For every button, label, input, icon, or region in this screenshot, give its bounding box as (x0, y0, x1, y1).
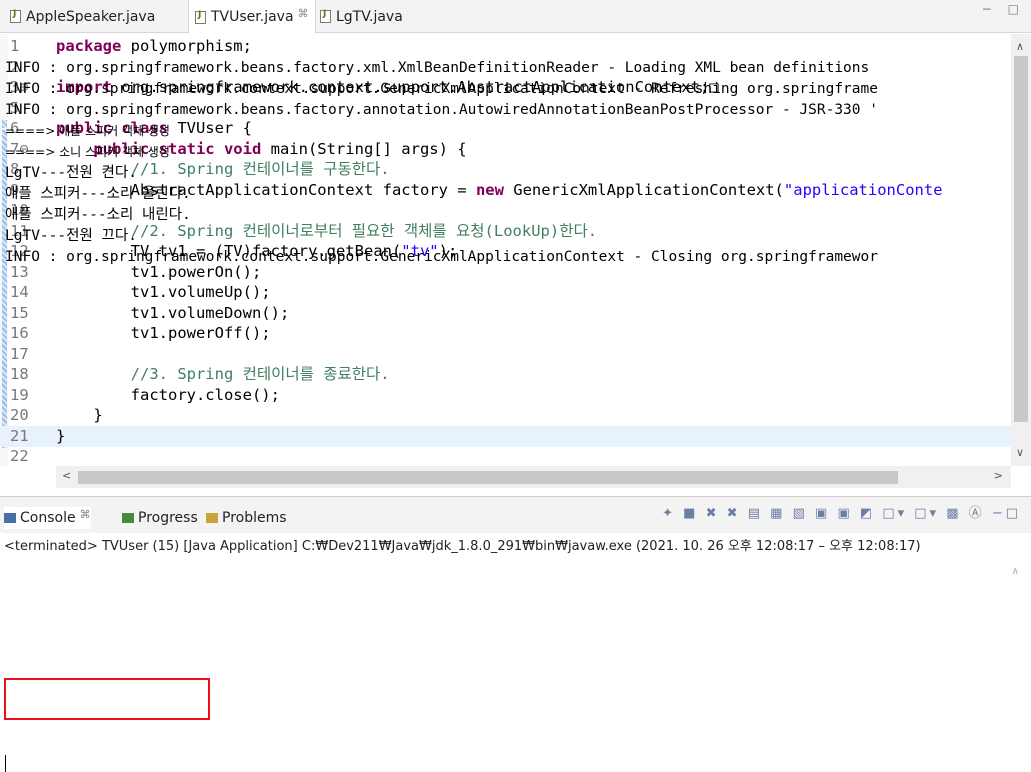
code-text: //3. Spring 컨테이너를 종료한다. (130, 365, 390, 383)
tab-console[interactable]: Console ⌘ (4, 507, 91, 529)
line-number: 21 (10, 426, 29, 445)
console-tabbar: Console ⌘ Progress Problems ✦ ■ ✖ ✖ ▤ ▦ … (0, 497, 1031, 533)
open-console-icon[interactable]: □▾ (914, 506, 939, 521)
console-panel: Console ⌘ Progress Problems ✦ ■ ✖ ✖ ▤ ▦ … (0, 496, 1031, 772)
tab-label: Progress (138, 510, 198, 526)
code-text: tv1.powerOff(); (56, 324, 271, 342)
line-number: 15 (10, 303, 29, 322)
line-number: 1 (10, 37, 20, 55)
tab-progress[interactable]: Progress (122, 507, 198, 529)
debug-icon[interactable]: Ⓐ (969, 506, 985, 521)
editor-tabbar: AppleSpeaker.java TVUser.java ⌘ LgTV.jav… (0, 0, 1031, 34)
code-line[interactable]: 15 tv1.volumeDown(); (0, 303, 1011, 324)
line-number: 19 (10, 385, 29, 404)
show-on-stdout-icon[interactable]: ▣ (815, 506, 830, 521)
code-line[interactable]: 16 tv1.powerOff(); (0, 323, 1011, 344)
close-icon[interactable]: ⌘ (298, 7, 309, 20)
tab-label: LgTV.java (336, 8, 403, 25)
console-line: LgTV---전원 끄다. (5, 228, 137, 244)
console-line: 애플 스피커---소리 울린다. (5, 186, 191, 202)
console-line: LgTV---전원 켠다. (5, 165, 137, 181)
tab-problems[interactable]: Problems (206, 507, 287, 529)
tab-tvuser[interactable]: TVUser.java ⌘ (188, 0, 316, 34)
pin-icon[interactable]: ✦ (662, 506, 676, 521)
console-toolbar[interactable]: ✦ ■ ✖ ✖ ▤ ▦ ▧ ▣ ▣ ◩ □▾ □▾ ▩ Ⓐ −□ (662, 502, 1021, 521)
code-text: } (56, 406, 103, 424)
chevron-left-icon[interactable]: < (62, 469, 71, 482)
display-console-icon[interactable]: □▾ (882, 506, 907, 521)
editor-vertical-scrollbar[interactable]: ∧ ∨ (1011, 34, 1031, 466)
tab-label: AppleSpeaker.java (26, 8, 156, 25)
java-file-icon (195, 10, 206, 24)
console-icon (4, 513, 16, 523)
console-line: INFO : org.springframework.beans.factory… (5, 102, 878, 118)
scroll-lock-icon[interactable]: ▦ (770, 506, 785, 521)
line-number: 18 (10, 365, 29, 383)
stop-icon[interactable]: ■ (683, 506, 698, 521)
chevron-down-icon[interactable]: ∨ (1016, 446, 1024, 459)
chevron-up-icon[interactable]: ∧ (1012, 566, 1019, 577)
console-line: INFO : org.springframework.context.suppo… (5, 81, 878, 97)
minimize-maximize-icon[interactable]: − □ (982, 2, 1025, 16)
new-console-icon[interactable]: ▩ (946, 506, 961, 521)
line-number: 16 (10, 324, 29, 342)
line-number: 20 (10, 406, 29, 424)
line-number: 22 (10, 447, 29, 465)
terminated-status: <terminated> TVUser (15) [Java Applicati… (4, 539, 921, 554)
console-line: 애플 스피커---소리 내린다. (5, 207, 191, 223)
tab-label: TVUser.java (211, 9, 294, 25)
code-line[interactable]: 19 factory.close(); (0, 385, 1011, 406)
code-line[interactable]: 1 package polymorphism; (0, 36, 1011, 57)
text-caret (5, 755, 6, 772)
problems-icon (206, 513, 218, 523)
console-line: INFO : org.springframework.context.suppo… (5, 249, 878, 265)
code-line[interactable]: 14 tv1.volumeUp(); (0, 282, 1011, 303)
clear-console-icon[interactable]: ▤ (748, 506, 763, 521)
code-text: tv1.volumeDown(); (56, 303, 290, 322)
code-text: } (56, 426, 66, 445)
highlight-box (4, 678, 210, 720)
tab-applespeaker[interactable]: AppleSpeaker.java (4, 0, 161, 33)
line-number: 17 (10, 344, 29, 363)
tab-lgtv[interactable]: LgTV.java (314, 0, 409, 33)
console-line: ====> 애플 스피커 객체 생성 (5, 124, 170, 138)
java-file-icon (10, 9, 21, 23)
word-wrap-icon[interactable]: ▧ (793, 506, 808, 521)
code-line[interactable]: 21} (0, 425, 1011, 447)
editor-horizontal-scrollbar[interactable]: < > (56, 466, 1011, 488)
tab-label: Console (20, 510, 76, 526)
chevron-right-icon[interactable]: > (994, 469, 1003, 482)
line-number: 14 (10, 283, 29, 301)
code-text: factory.close(); (56, 385, 280, 404)
console-line: ====> 소니 스피커 객체 생성 (5, 145, 170, 159)
code-text: package polymorphism; (56, 37, 252, 55)
code-line[interactable]: 18 //3. Spring 컨테이너를 종료한다. (0, 364, 1011, 385)
progress-icon (122, 513, 134, 523)
remove-launch-icon[interactable]: ✖ (706, 506, 720, 521)
console-line: INFO : org.springframework.beans.factory… (5, 60, 870, 76)
code-line[interactable]: 20 } (0, 405, 1011, 426)
code-line[interactable]: 22 (0, 446, 1011, 467)
code-text: tv1.volumeUp(); (56, 283, 271, 301)
code-line[interactable]: 17 (0, 344, 1011, 365)
minimize-maximize-icon[interactable]: −□ (992, 506, 1021, 521)
close-icon[interactable]: ⌘ (80, 508, 91, 521)
java-file-icon (320, 9, 331, 23)
tab-label: Problems (222, 510, 287, 526)
show-on-stderr-icon[interactable]: ▣ (837, 506, 852, 521)
pin-console-icon[interactable]: ◩ (860, 506, 875, 521)
scroll-thumb[interactable] (1014, 56, 1028, 422)
scroll-thumb[interactable] (78, 471, 898, 484)
remove-all-icon[interactable]: ✖ (727, 506, 741, 521)
chevron-up-icon[interactable]: ∧ (1016, 40, 1024, 53)
